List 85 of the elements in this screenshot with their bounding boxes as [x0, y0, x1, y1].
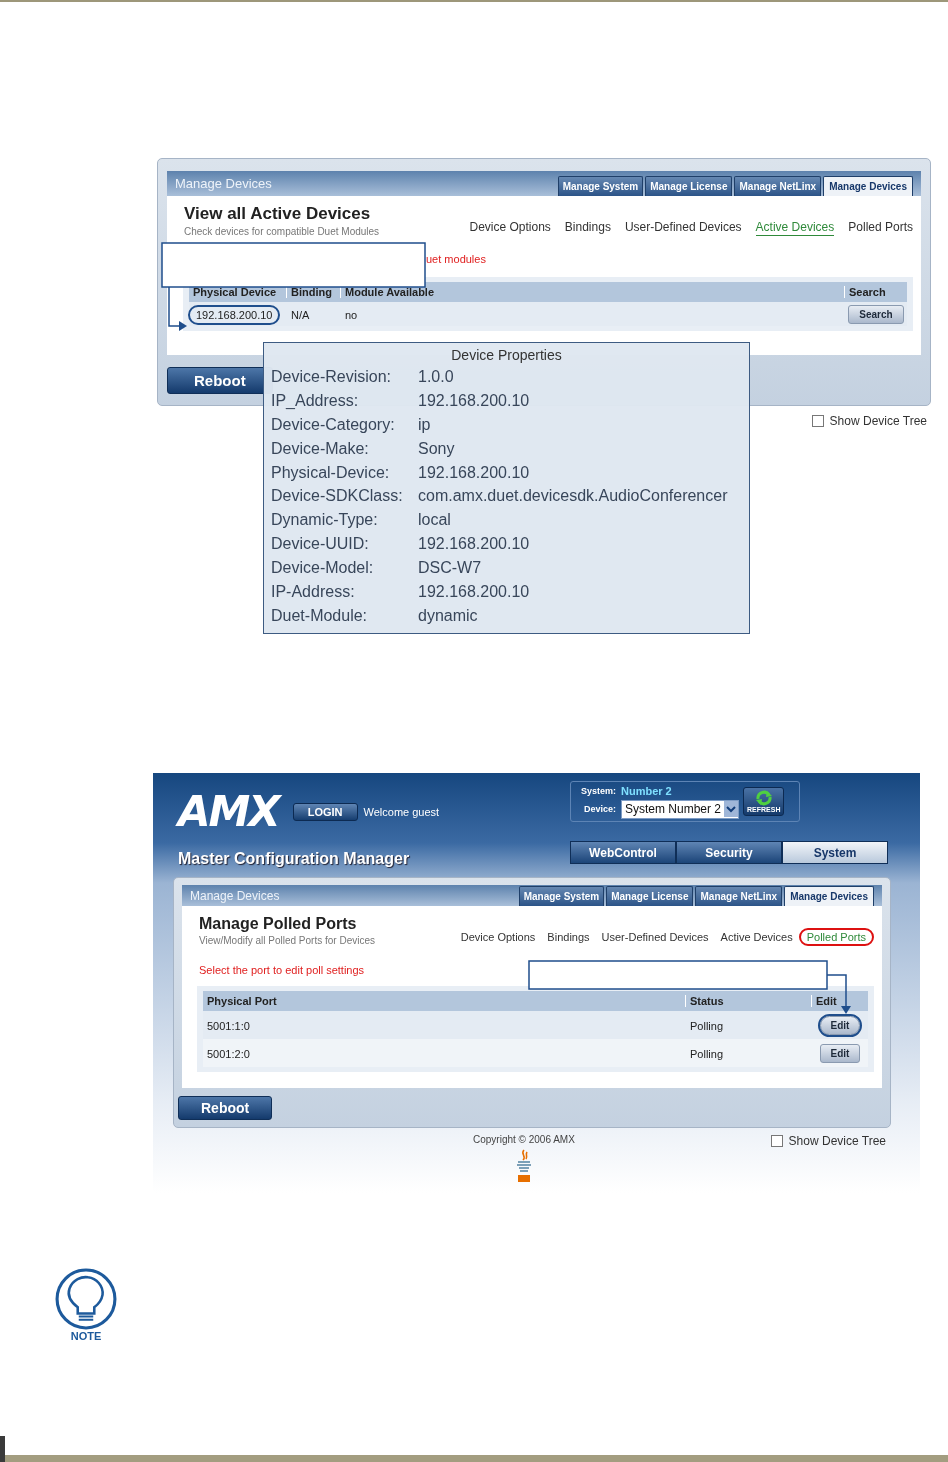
nav-tab[interactable]: WebControl — [570, 841, 676, 864]
property-name: IP-Address: — [271, 582, 356, 601]
panel-title: Manage Devices — [174, 176, 272, 193]
dropdown-icon — [724, 801, 739, 817]
system-label: System: — [580, 785, 617, 796]
tab[interactable]: Manage Devices — [823, 176, 913, 196]
property-value: DSC-W7 — [418, 559, 482, 578]
instruction-message: Select the port to edit poll settings — [199, 964, 365, 976]
property-name: Device-Model: — [271, 559, 375, 578]
property-value: 192.168.200.10 — [418, 463, 530, 482]
property-value: com.amx.duet.devicesdk.AudioConferencer — [418, 487, 728, 506]
nav-link[interactable]: Bindings — [564, 219, 611, 236]
tab[interactable]: Manage System — [557, 176, 644, 196]
property-name: Device-SDKClass: — [271, 487, 404, 506]
property-value: 1.0.0 — [418, 367, 454, 386]
page-subtitle: View/Modify all Polled Ports for Devices — [199, 934, 375, 946]
table-cell: 192.168.200.10 — [188, 305, 281, 325]
tab[interactable]: Manage NetLinx — [734, 176, 822, 196]
property-value: 192.168.200.10 — [418, 535, 530, 554]
nav-link[interactable]: Polled Ports — [848, 219, 913, 236]
nav-link[interactable]: User-Defined Devices — [601, 929, 709, 945]
nav-link[interactable]: Device Options — [460, 929, 536, 945]
table-cell: 5001:1:0 — [207, 1020, 250, 1032]
system-value: Number 2 — [621, 784, 673, 797]
property-value: Sony — [418, 439, 455, 458]
panel-title: Manage Devices — [189, 889, 280, 905]
nav-link[interactable]: User-Defined Devices — [624, 219, 742, 236]
page-heading: Manage Polled Ports — [199, 914, 358, 933]
property-name: Dynamic-Type: — [271, 511, 379, 530]
device-label: Device: — [582, 804, 617, 814]
column-header: Status — [686, 995, 812, 1007]
tab[interactable]: Manage License — [606, 886, 694, 906]
reboot-button[interactable]: Reboot — [178, 1095, 273, 1120]
property-value: 192.168.200.10 — [418, 391, 530, 410]
copyright-text: Copyright © 2006 AMX — [473, 1134, 575, 1145]
table-cell: Polling — [690, 1020, 724, 1032]
tab[interactable]: Manage Devices — [784, 886, 874, 906]
note-label: NOTE — [70, 1330, 102, 1342]
property-name: Device-Revision: — [271, 367, 393, 386]
column-header: Edit — [815, 995, 838, 1007]
instruction-message: uet modules — [426, 253, 486, 265]
tab[interactable]: Manage License — [645, 176, 733, 196]
nav-link[interactable]: Active Devices — [720, 929, 793, 945]
table-cell: Polling — [690, 1048, 724, 1060]
property-name: Duet-Module: — [271, 606, 369, 625]
property-value: 192.168.200.10 — [418, 582, 530, 601]
property-name: Device-UUID: — [271, 535, 370, 554]
welcome-text: Welcome guest — [363, 806, 440, 818]
row-button[interactable]: Search — [848, 304, 904, 324]
row-button[interactable]: Edit — [819, 1015, 861, 1035]
table-cell: 5001:2:0 — [207, 1048, 250, 1060]
row-button[interactable]: Edit — [819, 1043, 861, 1063]
refresh-icon — [753, 790, 774, 806]
table-cell: no — [345, 309, 358, 321]
property-name: Device-Make: — [271, 439, 370, 458]
property-name: Physical-Device: — [271, 463, 391, 482]
checkbox[interactable] — [770, 1135, 783, 1147]
lightbulb-icon — [55, 1268, 117, 1330]
checkbox-label: Show Device Tree — [829, 414, 927, 428]
nav-link[interactable]: Active Devices — [755, 219, 835, 236]
app-title: Master Configuration Manager — [178, 850, 411, 868]
column-header: Physical Port — [203, 995, 686, 1007]
nav-link[interactable]: Device Options — [469, 219, 551, 236]
device-select[interactable]: System Number 2 — [621, 799, 740, 819]
margin-mark — [0, 1436, 5, 1462]
page-subtitle: Check devices for compatible Duet Modules — [184, 226, 380, 237]
checkbox[interactable] — [811, 415, 824, 427]
callout-arrow — [168, 286, 187, 331]
nav-link[interactable]: Polled Ports — [798, 928, 874, 946]
nav-tab[interactable]: System — [782, 841, 888, 864]
tab[interactable]: Manage System — [518, 886, 605, 906]
page-heading: View all Active Devices — [184, 204, 372, 224]
property-value: dynamic — [418, 606, 478, 625]
nav-link[interactable]: Bindings — [547, 929, 590, 945]
checkbox-label: Show Device Tree — [788, 1134, 886, 1148]
property-value: ip — [418, 415, 431, 434]
property-name: Device-Category: — [271, 415, 396, 434]
nav-tab[interactable]: Security — [676, 841, 782, 864]
table-cell: N/A — [291, 309, 310, 321]
property-value: local — [418, 511, 451, 530]
column-header: Search — [848, 286, 887, 298]
tab[interactable]: Manage NetLinx — [695, 886, 783, 906]
login-button[interactable]: LOGIN — [292, 803, 358, 821]
property-name: IP_Address: — [271, 391, 360, 410]
popup-title: Device Properties — [450, 347, 563, 363]
